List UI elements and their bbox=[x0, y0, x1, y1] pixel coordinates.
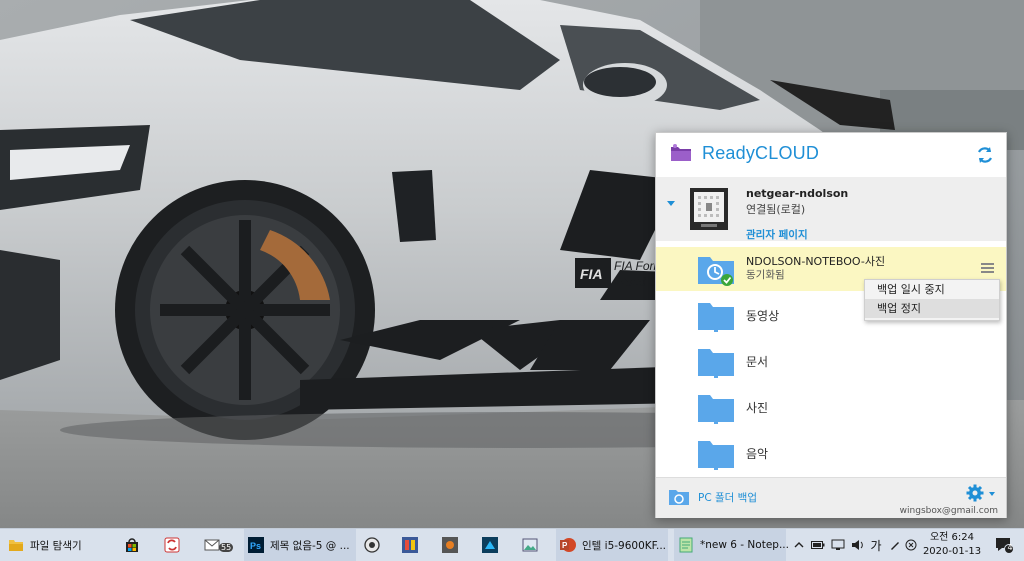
share-name: 사진 bbox=[746, 401, 769, 415]
notification-count: 4 bbox=[1007, 543, 1013, 552]
taskbar-item-app-2[interactable] bbox=[442, 529, 466, 561]
mail-unread-badge: 55 bbox=[219, 543, 234, 552]
taskbar-item-powerpoint[interactable]: P 인텔 i5-9600KF... bbox=[556, 529, 668, 561]
fia-badge-text: FIA bbox=[580, 266, 603, 282]
sync-icon bbox=[164, 537, 180, 553]
folder-icon bbox=[698, 395, 734, 424]
app3-icon bbox=[482, 537, 498, 553]
folder-icon bbox=[9, 540, 23, 551]
share-sync-status: 동기화됨 bbox=[746, 269, 785, 281]
app2-icon bbox=[442, 537, 458, 553]
share-name: 동영상 bbox=[746, 309, 780, 323]
panel-title: ReadyCLOUD bbox=[702, 143, 820, 163]
device-status: 연결됨(로컬) bbox=[746, 203, 806, 216]
network-icon bbox=[831, 539, 845, 550]
taskbar-item-app-3[interactable] bbox=[482, 529, 506, 561]
menu-item-stop-backup[interactable]: 백업 정지 bbox=[865, 299, 999, 318]
taskbar-item-store[interactable] bbox=[124, 529, 148, 561]
close-circle-icon bbox=[905, 539, 917, 551]
taskbar-clock[interactable]: 오전 6:24 2020-01-13 bbox=[922, 531, 982, 559]
pc-folder-backup-link[interactable]: PC 폴더 백업 bbox=[698, 490, 757, 505]
notepad-icon bbox=[679, 537, 693, 553]
gear-icon[interactable] bbox=[966, 484, 984, 502]
taskbar-item-label: 파일 탐색기 bbox=[30, 539, 82, 552]
pen-icon bbox=[891, 542, 899, 550]
clock-time: 오전 6:24 bbox=[929, 532, 975, 543]
volume-icon bbox=[852, 540, 863, 550]
taskbar-item-image-viewer[interactable] bbox=[522, 529, 546, 561]
panel-header: ReadyCLOUD bbox=[656, 133, 1006, 177]
readycloud-logo-icon bbox=[671, 144, 691, 161]
share-item-photos[interactable]: 사진 bbox=[656, 385, 1006, 429]
share-context-menu: 백업 일시 중지 백업 정지 bbox=[864, 279, 1000, 321]
account-email: wingsbox@gmail.com bbox=[899, 506, 998, 516]
folder-icon bbox=[698, 349, 734, 378]
tray-battery[interactable] bbox=[810, 529, 826, 561]
backup-folder-icon bbox=[698, 257, 734, 286]
tray-network[interactable] bbox=[830, 529, 846, 561]
action-center-button[interactable]: 4 bbox=[994, 535, 1014, 555]
taskbar-item-label: 인텔 i5-9600KF... bbox=[582, 539, 667, 552]
expand-chevron-icon[interactable] bbox=[667, 201, 675, 206]
share-name: 음악 bbox=[746, 447, 769, 461]
svg-text:P: P bbox=[562, 541, 568, 550]
chevron-up-icon bbox=[794, 542, 804, 548]
taskbar-item-sync-app[interactable] bbox=[164, 529, 188, 561]
panel-footer: PC 폴더 백업 wingsbox@gmail.com bbox=[656, 477, 1006, 518]
menu-item-pause-backup[interactable]: 백업 일시 중지 bbox=[865, 280, 999, 299]
refresh-icon[interactable] bbox=[976, 146, 994, 164]
powerpoint-icon: P bbox=[560, 538, 576, 552]
tray-status[interactable] bbox=[904, 529, 918, 561]
taskbar-item-label: 제목 없음-5 @ ... bbox=[270, 539, 350, 552]
tray-pen[interactable] bbox=[888, 529, 902, 561]
pc-backup-icon[interactable] bbox=[668, 488, 690, 506]
taskbar-item-mail[interactable]: 55 bbox=[204, 529, 234, 561]
folder-icon bbox=[698, 441, 734, 470]
device-name: netgear-ndolson bbox=[746, 187, 849, 200]
mail-icon bbox=[204, 539, 220, 551]
admin-page-link[interactable]: 관리자 페이지 bbox=[746, 227, 808, 242]
readycloud-panel: ReadyCLOUD netgear-ndolson 연결됨(로컬) 관리자 페… bbox=[655, 132, 1007, 518]
device-row[interactable]: netgear-ndolson 연결됨(로컬) 관리자 페이지 bbox=[656, 177, 1006, 241]
image-icon bbox=[522, 538, 538, 552]
nas-device-icon bbox=[690, 188, 728, 230]
share-item-documents[interactable]: 문서 bbox=[656, 339, 1006, 383]
battery-icon bbox=[811, 541, 825, 549]
folder-icon bbox=[698, 303, 734, 332]
clock-date: 2020-01-13 bbox=[922, 546, 982, 557]
svg-text:Ps: Ps bbox=[250, 541, 261, 551]
taskbar-item-notepad[interactable]: *new 6 - Notep... bbox=[674, 529, 789, 561]
chrome-icon bbox=[364, 537, 380, 553]
photoshop-icon: Ps bbox=[248, 537, 264, 553]
taskbar-item-file-explorer[interactable]: 파일 탐색기 bbox=[8, 529, 118, 561]
taskbar-item-browser[interactable] bbox=[364, 529, 388, 561]
taskbar-item-app[interactable] bbox=[402, 529, 426, 561]
tray-ime[interactable]: 가 bbox=[868, 529, 884, 561]
share-menu-icon[interactable] bbox=[981, 263, 994, 274]
tray-show-hidden[interactable] bbox=[792, 529, 806, 561]
taskbar-item-label: *new 6 - Notep... bbox=[700, 539, 789, 551]
taskbar: 파일 탐색기 55 Ps 제목 없음-5 @ ... P 인텔 i5-9600K… bbox=[0, 528, 1024, 561]
share-name: 문서 bbox=[746, 355, 769, 369]
app-icon bbox=[402, 537, 418, 553]
chevron-down-icon[interactable] bbox=[989, 492, 995, 496]
tray-volume[interactable] bbox=[850, 529, 866, 561]
taskbar-item-photoshop[interactable]: Ps 제목 없음-5 @ ... bbox=[244, 529, 356, 561]
share-item-music[interactable]: 음악 bbox=[656, 431, 1006, 475]
store-icon bbox=[126, 538, 138, 552]
